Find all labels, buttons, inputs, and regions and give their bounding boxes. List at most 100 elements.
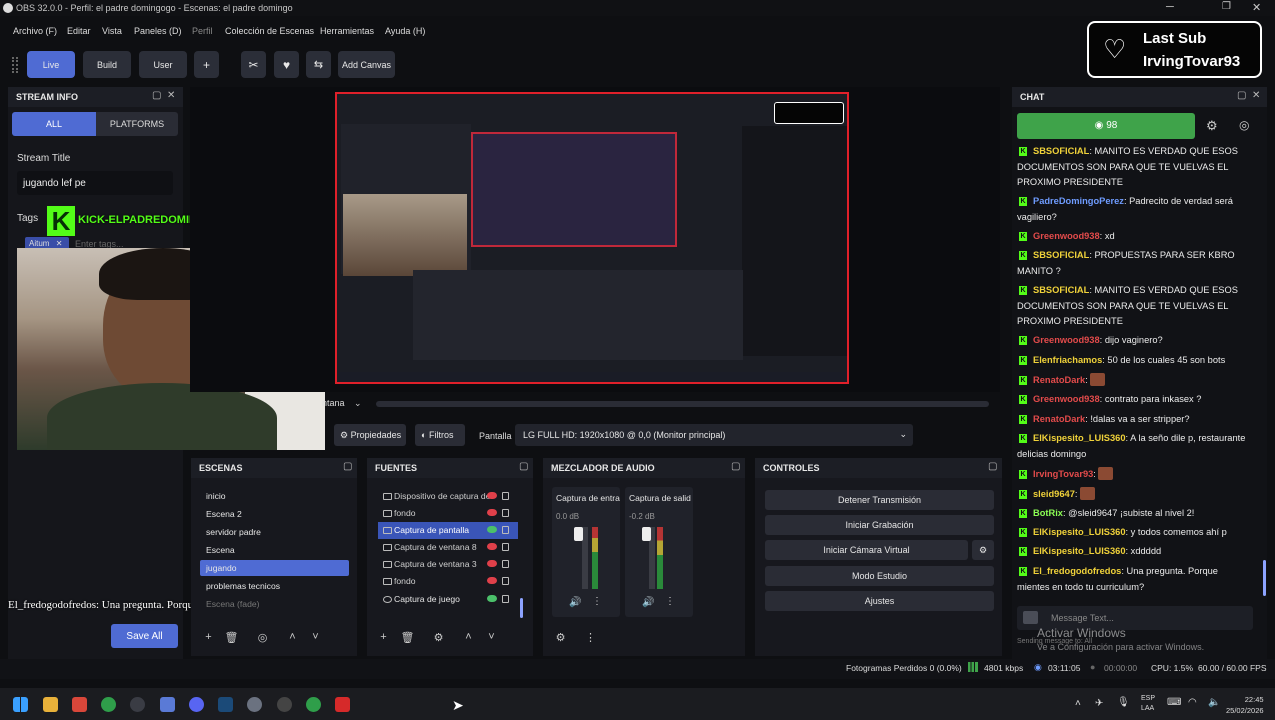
chat-username[interactable]: El_fredogodofredos [1033,566,1121,576]
volume-fader[interactable] [574,527,583,541]
hidden-eye-icon[interactable] [487,577,497,584]
close-panel-icon[interactable]: ✕ [1252,90,1260,101]
arrow-up-icon[interactable]: ˄ [284,631,301,647]
arrow-down-icon[interactable]: ˅ [483,631,500,647]
chat-username[interactable]: SBSOFICIAL [1033,146,1089,156]
chevron-up-icon[interactable]: ˄ [1075,698,1081,709]
language-indicator[interactable]: ESP LAA [1141,694,1155,714]
lock-icon[interactable] [502,509,509,517]
chat-username[interactable]: ElKispesito_LUIS360 [1033,433,1126,443]
hidden-eye-icon[interactable] [487,509,497,516]
microphone-icon[interactable]: 🎙 [1117,697,1130,708]
close-panel-icon[interactable]: ✕ [167,90,175,101]
float-icon[interactable]: ▢ [519,461,528,472]
more-options-icon[interactable]: ⋮ [582,631,599,647]
filters-button[interactable]: ◐ Filtros [415,424,465,446]
preview-scrollbar[interactable] [376,401,989,407]
source-item[interactable]: fondo [378,573,518,590]
brave-browser-icon[interactable] [72,697,87,712]
scene-item[interactable]: Escena (fade) [200,596,260,612]
windows-start-icon[interactable] [13,697,28,712]
scene-item[interactable]: inicio [200,488,226,504]
chat-username[interactable]: SBSOFICIAL [1033,250,1089,260]
chat-username[interactable]: IrvingTovar93 [1033,469,1093,479]
tab-all[interactable]: ALL [12,112,96,136]
menu-vista[interactable]: Vista [102,26,122,36]
lock-icon[interactable] [502,492,509,500]
filter-icon[interactable]: ◎ [254,631,271,647]
float-icon[interactable]: ▢ [731,461,740,472]
build-tab-button[interactable]: Build [83,51,131,78]
add-scene-icon[interactable]: + [200,631,217,647]
speaker-icon[interactable]: 🔊 [569,597,581,608]
float-icon[interactable]: ▢ [343,461,352,472]
gear-icon[interactable]: ⚙ [430,631,447,647]
scene-item[interactable]: servidor padre [200,524,261,540]
media-player-icon[interactable] [277,697,292,712]
lock-icon[interactable] [502,595,509,603]
shuffle-icon[interactable]: ⇆ [306,51,331,78]
chat-username[interactable]: PadreDomingoPerez [1033,196,1124,206]
hidden-eye-icon[interactable] [487,560,497,567]
source-item[interactable]: Captura de ventana 8 [378,539,518,556]
chat-scrollbar[interactable] [1263,560,1266,596]
chat-username[interactable]: sleid9647 [1033,489,1075,499]
tab-platforms[interactable]: PLATFORMS [96,112,178,136]
stop-stream-button[interactable]: Detener Transmisión [765,490,994,510]
chat-username[interactable]: RenatoDark [1033,375,1085,385]
hidden-eye-icon[interactable] [487,543,497,550]
more-options-icon[interactable]: ⋮ [592,596,602,607]
menu-coleccion-escenas[interactable]: Colección de Escenas [225,26,314,36]
scene-item[interactable]: problemas tecnicos [200,578,280,594]
eye-icon[interactable] [487,595,497,602]
live-tab-button[interactable]: Live [27,51,75,78]
lock-icon[interactable] [502,560,509,568]
wps-icon[interactable] [335,697,350,712]
chevron-down-icon[interactable]: ⌄ [354,398,362,409]
menu-archivo[interactable]: Archivo (F) [13,26,57,36]
studio-mode-button[interactable]: Modo Estudio [765,566,994,586]
float-icon[interactable]: ▢ [152,90,161,101]
menu-ayuda[interactable]: Ayuda (H) [385,26,425,36]
remove-tag-icon[interactable]: ✕ [56,239,63,248]
clock[interactable]: 22:45 25/02/2026 [1226,694,1264,716]
chat-username[interactable]: ElKispesito_LUIS360 [1033,527,1126,537]
scene-item-selected[interactable]: jugando [200,560,349,576]
screen-select[interactable]: LG FULL HD: 1920x1080 @ 0,0 (Monitor pri… [515,424,913,446]
float-icon[interactable]: ▢ [1237,90,1246,101]
settings-button[interactable]: Ajustes [765,591,994,611]
scene-item[interactable]: Escena [200,542,235,558]
gear-icon[interactable]: ⚙ [1206,118,1218,134]
volume-fader[interactable] [642,527,651,541]
menu-herramientas[interactable]: Herramientas [320,26,374,36]
discord-icon[interactable] [189,697,204,712]
hidden-eye-icon[interactable] [487,492,497,499]
preview-canvas[interactable] [335,92,849,384]
trash-icon[interactable]: 🗑 [399,631,416,647]
volume-icon[interactable]: 🔈 [1208,697,1220,708]
trash-icon[interactable]: 🗑 [223,631,240,647]
file-explorer-icon[interactable] [43,697,58,712]
network-tray-icon[interactable]: ✈ [1095,698,1103,709]
start-virtual-camera-button[interactable]: Iniciar Cámara Virtual [765,540,968,560]
menu-editar[interactable]: Editar [67,26,91,36]
popout-icon[interactable]: ◎ [1239,118,1249,132]
chrome-profile-icon[interactable] [306,697,321,712]
source-item-selected[interactable]: Captura de pantalla [378,522,518,539]
calendar-icon[interactable] [160,697,175,712]
tools-icon[interactable]: ✂ [241,51,266,78]
add-canvas-button[interactable]: Add Canvas [338,51,395,78]
start-recording-button[interactable]: Iniciar Grabación [765,515,994,535]
emoji-icon[interactable] [1023,611,1038,624]
chat-username[interactable]: SBSOFICIAL [1033,285,1089,295]
chat-username[interactable]: ElKispesito_LUIS360 [1033,546,1126,556]
stream-title-input[interactable]: jugando lef pe [17,171,173,195]
drag-handle-icon[interactable] [12,57,18,73]
save-all-button[interactable]: Save All [111,624,178,648]
chat-username[interactable]: Greenwood938 [1033,231,1100,241]
lock-icon[interactable] [502,543,509,551]
source-item[interactable]: Captura de juego [378,591,518,608]
menu-perfil[interactable]: Perfil [192,26,213,36]
arrow-up-icon[interactable]: ˄ [460,631,477,647]
gear-icon[interactable]: ⚙ [972,540,994,560]
